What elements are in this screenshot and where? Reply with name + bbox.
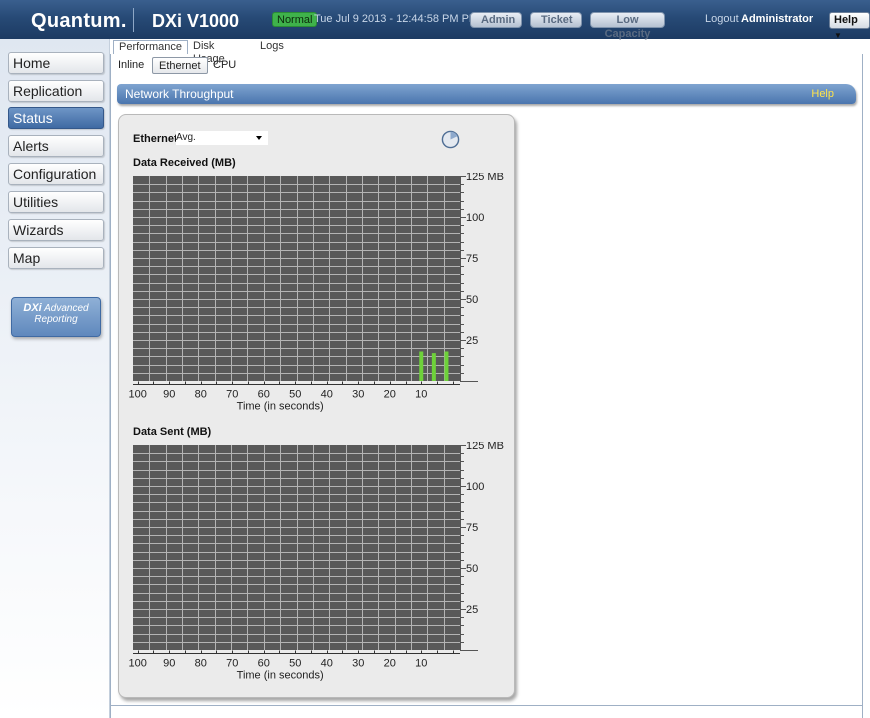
tab-cpu[interactable]: CPU [207, 57, 242, 74]
help-menu-label: Help [834, 14, 858, 26]
content-bottom-border [110, 705, 863, 706]
network-throughput-panel: Ethernet Avg. Data Received (MB) 25 50 75 1… [118, 114, 515, 698]
data-sent-chart: 25 50 75 100 125 MB 100 90 80 70 60 50 40 30 20 10 Time… [129, 442, 504, 682]
x-axis-label: Time (in seconds) [237, 670, 324, 682]
x-tick-label: 100 [129, 389, 147, 401]
y-tick-label: 125 MB [466, 173, 504, 183]
y-tick-label: 50 [466, 563, 478, 575]
header-divider [133, 8, 134, 32]
low-capacity-button[interactable]: Low Capacity [590, 12, 665, 40]
system-datetime: Tue Jul 9 2013 - 12:44:58 PM PDT [314, 13, 484, 25]
x-tick-label: 30 [352, 658, 364, 670]
chevron-down-icon: ▼ [834, 31, 842, 40]
dxi-advanced-reporting-button[interactable]: DXi Advanced Reporting [11, 297, 101, 337]
y-tick-label: 75 [466, 253, 478, 265]
sidebar-item-replication[interactable]: Replication [8, 80, 104, 102]
chevron-down-icon [256, 136, 262, 140]
ethernet-select[interactable]: Avg. [176, 131, 268, 145]
x-tick-label: 60 [258, 389, 270, 401]
help-menu-button[interactable]: Help ▼ [829, 12, 870, 40]
y-tick-label: 100 [466, 481, 484, 493]
quantum-logo: Quantum. [31, 10, 127, 32]
x-tick-label: 90 [163, 389, 175, 401]
tab-inline[interactable]: Inline [112, 57, 150, 74]
data-received-chart: 25 50 75 100 125 MB 100 90 80 70 60 50 40 30 20 10 Time… [129, 173, 504, 413]
x-tick-label: 90 [163, 658, 175, 670]
chart-title-sent: Data Sent (MB) [133, 426, 212, 438]
section-title: Network Throughput [125, 87, 234, 101]
x-tick-label: 70 [226, 389, 238, 401]
x-tick-label: 60 [258, 658, 270, 670]
sidebar-item-map[interactable]: Map [8, 247, 104, 269]
section-title-bar: Network Throughput Help [117, 84, 856, 104]
sidebar-item-alerts[interactable]: Alerts [8, 135, 104, 157]
x-axis-label: Time (in seconds) [237, 401, 324, 413]
x-tick-label: 30 [352, 389, 364, 401]
x-tick-label: 50 [289, 389, 301, 401]
x-tick-label: 80 [195, 658, 207, 670]
ethernet-label: Ethernet [133, 133, 178, 145]
refresh-timer-icon[interactable] [441, 130, 460, 149]
tab-logs[interactable]: Logs [255, 40, 289, 54]
dxi-label: DXi [23, 302, 42, 314]
x-tick-label: 40 [321, 389, 333, 401]
throughput-bar [431, 353, 436, 381]
app-header: Quantum. DXi V1000 Normal Tue Jul 9 2013… [0, 0, 870, 40]
x-tick-label: 80 [195, 389, 207, 401]
section-help-link[interactable]: Help [811, 88, 834, 100]
product-name: DXi V1000 [152, 11, 240, 31]
x-tick-label: 10 [415, 658, 427, 670]
advanced-label: Advanced [44, 303, 89, 314]
y-tick-label: 50 [466, 294, 478, 306]
ethernet-select-value: Avg. [176, 132, 196, 143]
sidebar: Home Replication Status Alerts Configura… [0, 39, 110, 718]
tab-disk-usage[interactable]: Disk Usage [188, 40, 230, 65]
y-tick-label: 25 [466, 335, 478, 347]
sidebar-item-configuration[interactable]: Configuration [8, 163, 104, 185]
y-tick-label: 125 MB [466, 442, 504, 452]
x-tick-label: 100 [129, 658, 147, 670]
current-user: Administrator [741, 13, 814, 25]
reporting-label: Reporting [34, 314, 78, 325]
x-tick-label: 20 [384, 658, 396, 670]
sidebar-item-home[interactable]: Home [8, 52, 104, 74]
x-tick-label: 40 [321, 658, 333, 670]
x-tick-label: 50 [289, 658, 301, 670]
chart-title-received: Data Received (MB) [133, 157, 236, 169]
sidebar-item-utilities[interactable]: Utilities [8, 191, 104, 213]
tab-ethernet[interactable]: Ethernet [152, 57, 208, 74]
y-tick-label: 75 [466, 522, 478, 534]
tab-performance[interactable]: Performance [113, 40, 188, 54]
x-tick-label: 10 [415, 389, 427, 401]
throughput-bar [444, 351, 449, 381]
ticket-button[interactable]: Ticket [530, 12, 582, 28]
y-tick-label: 100 [466, 212, 484, 224]
y-tick-label: 25 [466, 604, 478, 616]
x-tick-label: 70 [226, 658, 238, 670]
x-tick-label: 20 [384, 389, 396, 401]
throughput-bar [419, 351, 424, 381]
sidebar-item-wizards[interactable]: Wizards [8, 219, 104, 241]
sidebar-item-status[interactable]: Status [8, 107, 104, 129]
system-status-badge[interactable]: Normal [272, 12, 318, 27]
logout-link[interactable]: Logout [705, 13, 739, 25]
admin-button[interactable]: Admin [470, 12, 522, 28]
